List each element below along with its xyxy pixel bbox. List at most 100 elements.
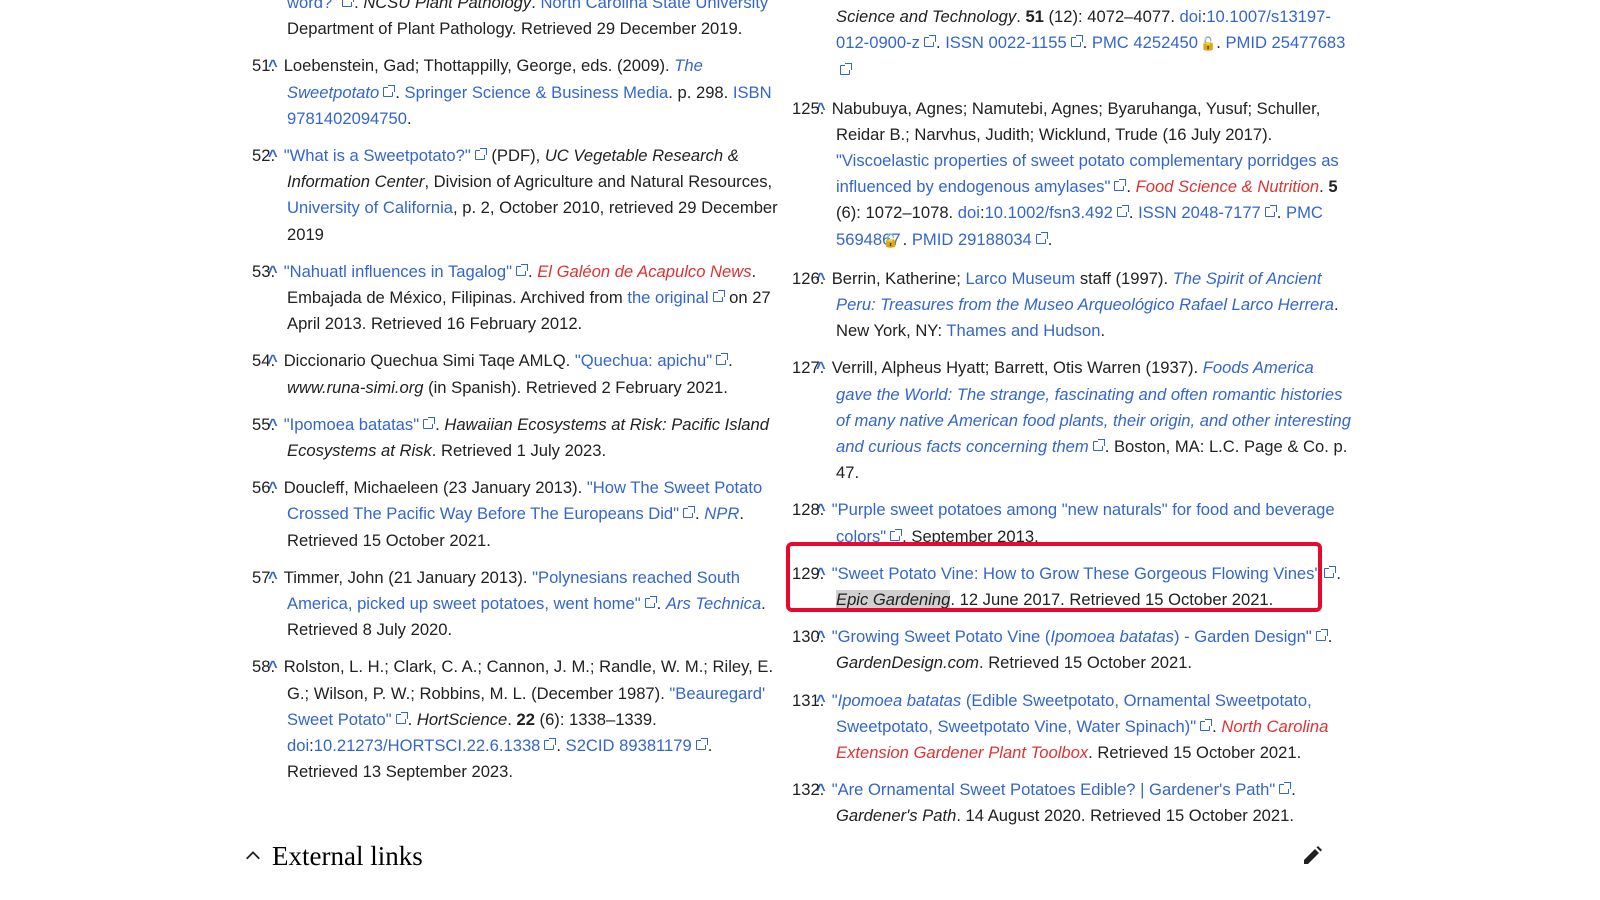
reference-link[interactable]: S2CID [566, 736, 615, 755]
external-link-icon[interactable] [1035, 231, 1048, 244]
external-link-icon[interactable] [1200, 718, 1213, 731]
external-link-icon[interactable] [342, 0, 355, 7]
reference-text-segment: Verrill, Alpheus Hyatt; Barrett, Otis Wa… [831, 358, 1203, 378]
external-link-icon[interactable] [1315, 629, 1328, 642]
reference-link[interactable]: doi [287, 736, 309, 755]
reference-text: ^ Rolston, L. H.; Clark, C. A.; Cannon, J… [252, 654, 782, 785]
external-link-icon[interactable] [1070, 35, 1083, 48]
reference-link[interactable]: 10.1002/fsn3.492 [985, 203, 1113, 222]
external-link-icon[interactable] [1279, 782, 1292, 795]
reference-item: 55. ^ "Ipomoea batatas". Hawaiian Ecosyste… [252, 412, 782, 464]
reference-item: 53. ^ "Nahuatl influences in Tagalog". El … [252, 259, 782, 338]
reference-link[interactable]: word?" [287, 0, 338, 12]
reference-link[interactable]: 25477683 [1272, 33, 1346, 52]
reference-text-segment: Epic Gardening [836, 590, 951, 610]
reference-text-segment: . [1047, 229, 1053, 249]
external-link-icon[interactable] [716, 353, 729, 366]
external-link-icon[interactable] [544, 738, 557, 751]
reference-link[interactable]: University of California [287, 198, 453, 217]
reference-link[interactable]: ISSN [1138, 203, 1177, 222]
reference-link[interactable]: doi [1180, 7, 1202, 26]
reference-link[interactable]: 0022-1155 [989, 33, 1067, 52]
reference-link[interactable]: 10.21273/HORTSCI.22.6.1338 [314, 736, 541, 755]
reference-text-segment: . [1212, 716, 1222, 736]
reference-item: 56. ^ Doucleff, Michaeleen (23 January 201… [252, 475, 782, 554]
reference-link[interactable]: NPR [704, 504, 739, 523]
reference-text: ^ "Are Ornamental Sweet Potatoes Edible? … [792, 777, 1352, 829]
reference-link[interactable]: "Nahuatl influences in Tagalog" [284, 262, 512, 281]
reference-link[interactable]: Springer Science & Business Media [405, 83, 669, 102]
external-link-icon[interactable] [840, 63, 852, 76]
external-link-icon[interactable] [1092, 439, 1105, 452]
external-link-icon[interactable] [712, 290, 725, 303]
reference-link[interactable]: ISSN [945, 33, 984, 52]
reference-text-segment: Timmer, John (21 January 2013). [283, 567, 533, 587]
reference-link[interactable]: PMC [1286, 203, 1323, 222]
reference-link[interactable]: 2048-7177 [1181, 203, 1260, 222]
reference-text-segment: . [435, 414, 445, 434]
reference-text: word?". NCSU Plant Pathology. North Caro… [252, 0, 782, 42]
external-link-icon[interactable] [423, 416, 436, 429]
reference-text-segment: . [1291, 780, 1296, 800]
reference-text-segment: NCSU Plant Pathology [363, 0, 532, 12]
external-link-icon[interactable] [923, 35, 936, 48]
reference-link[interactable]: "Growing Sweet Potato Vine ( [832, 627, 1051, 646]
reference-link[interactable]: "Sweet Potato Vine: How to Grow These Go… [832, 564, 1321, 583]
reference-text: ^ Timmer, John (21 January 2013). "Polyne… [252, 565, 782, 644]
external-link-icon[interactable] [890, 528, 903, 541]
external-link-icon[interactable] [395, 711, 408, 724]
reference-item: 125. ^ Nabubuya, Agnes; Namutebi, Agnes; B… [792, 96, 1352, 255]
external-link-icon[interactable] [1324, 565, 1337, 578]
reference-link[interactable]: ISBN [733, 83, 772, 102]
reference-link[interactable]: "What is a Sweetpotato?" [284, 146, 471, 165]
reference-link[interactable]: doi [958, 203, 980, 222]
external-link-icon[interactable] [1116, 205, 1129, 218]
reference-link[interactable]: Larco Museum [965, 269, 1075, 288]
reference-number: 132. [792, 780, 825, 800]
reference-link[interactable]: 29188034 [958, 230, 1032, 249]
open-access-lock-icon: 🔓 [1200, 37, 1217, 53]
reference-number: 126. [792, 268, 825, 288]
reference-link[interactable]: "Quechua: apichu" [575, 351, 712, 370]
reference-link[interactable]: Thames and Hudson [946, 321, 1100, 340]
references-right-column: Science and Technology. 51 (12): 4072–40… [792, 4, 1352, 841]
edit-pencil-icon[interactable] [1300, 844, 1324, 868]
reference-text-segment: Berrin, Katherine; [831, 268, 966, 288]
reference-link[interactable]: PMID [912, 230, 953, 249]
reference-link[interactable]: the original [627, 288, 708, 307]
external-link-icon[interactable] [644, 596, 657, 609]
reference-link[interactable]: Ipomoea batatas [1050, 627, 1174, 646]
external-link-icon[interactable] [474, 148, 487, 161]
reference-link[interactable]: "Ipomoea batatas" [284, 415, 419, 434]
reference-link[interactable]: ) - Garden Design" [1174, 627, 1312, 646]
external-link-icon[interactable] [383, 84, 396, 97]
reference-link[interactable]: Ipomoea batatas [838, 691, 962, 710]
external-link-icon[interactable] [695, 738, 708, 751]
reference-item: Science and Technology. 51 (12): 4072–40… [792, 4, 1352, 85]
reference-text: Science and Technology. 51 (12): 4072–40… [792, 4, 1352, 85]
reference-link[interactable]: "Are Ornamental Sweet Potatoes Edible? |… [832, 780, 1276, 799]
reference-link[interactable]: 9781402094750 [287, 109, 407, 128]
reference-link[interactable]: Ars Technica [666, 594, 761, 613]
reference-number: 53. [252, 261, 276, 281]
external-link-icon[interactable] [515, 263, 528, 276]
reference-number: 128. [792, 500, 825, 520]
reference-text-segment: . [656, 594, 666, 614]
reference-link[interactable]: El Galéon de Acapulco News [537, 262, 751, 281]
reference-number: 130. [792, 627, 825, 647]
reference-link[interactable]: PMID [1225, 33, 1266, 52]
external-link-icon[interactable] [1264, 205, 1277, 218]
reference-number: 129. [792, 563, 825, 583]
reference-text-segment: . Retrieved 15 October 2021. [978, 653, 1193, 673]
reference-link[interactable]: 89381179 [619, 736, 692, 755]
external-link-icon[interactable] [1114, 179, 1127, 192]
chevron-up-icon[interactable] [244, 847, 262, 865]
reference-item: 54. ^ Diccionario Quechua Simi Taqe AMLQ. … [252, 348, 782, 400]
reference-link[interactable]: Food Science & Nutrition [1136, 177, 1320, 196]
reference-link[interactable]: PMC [1092, 33, 1129, 52]
reference-link[interactable]: 4252450 [1133, 33, 1198, 52]
external-link-icon[interactable] [683, 506, 696, 519]
reference-text-segment: Diccionario Quechua Simi Taqe AMLQ. [283, 351, 575, 371]
reference-link[interactable]: North Carolina State University [540, 0, 768, 12]
reference-text-segment: . [695, 504, 705, 524]
